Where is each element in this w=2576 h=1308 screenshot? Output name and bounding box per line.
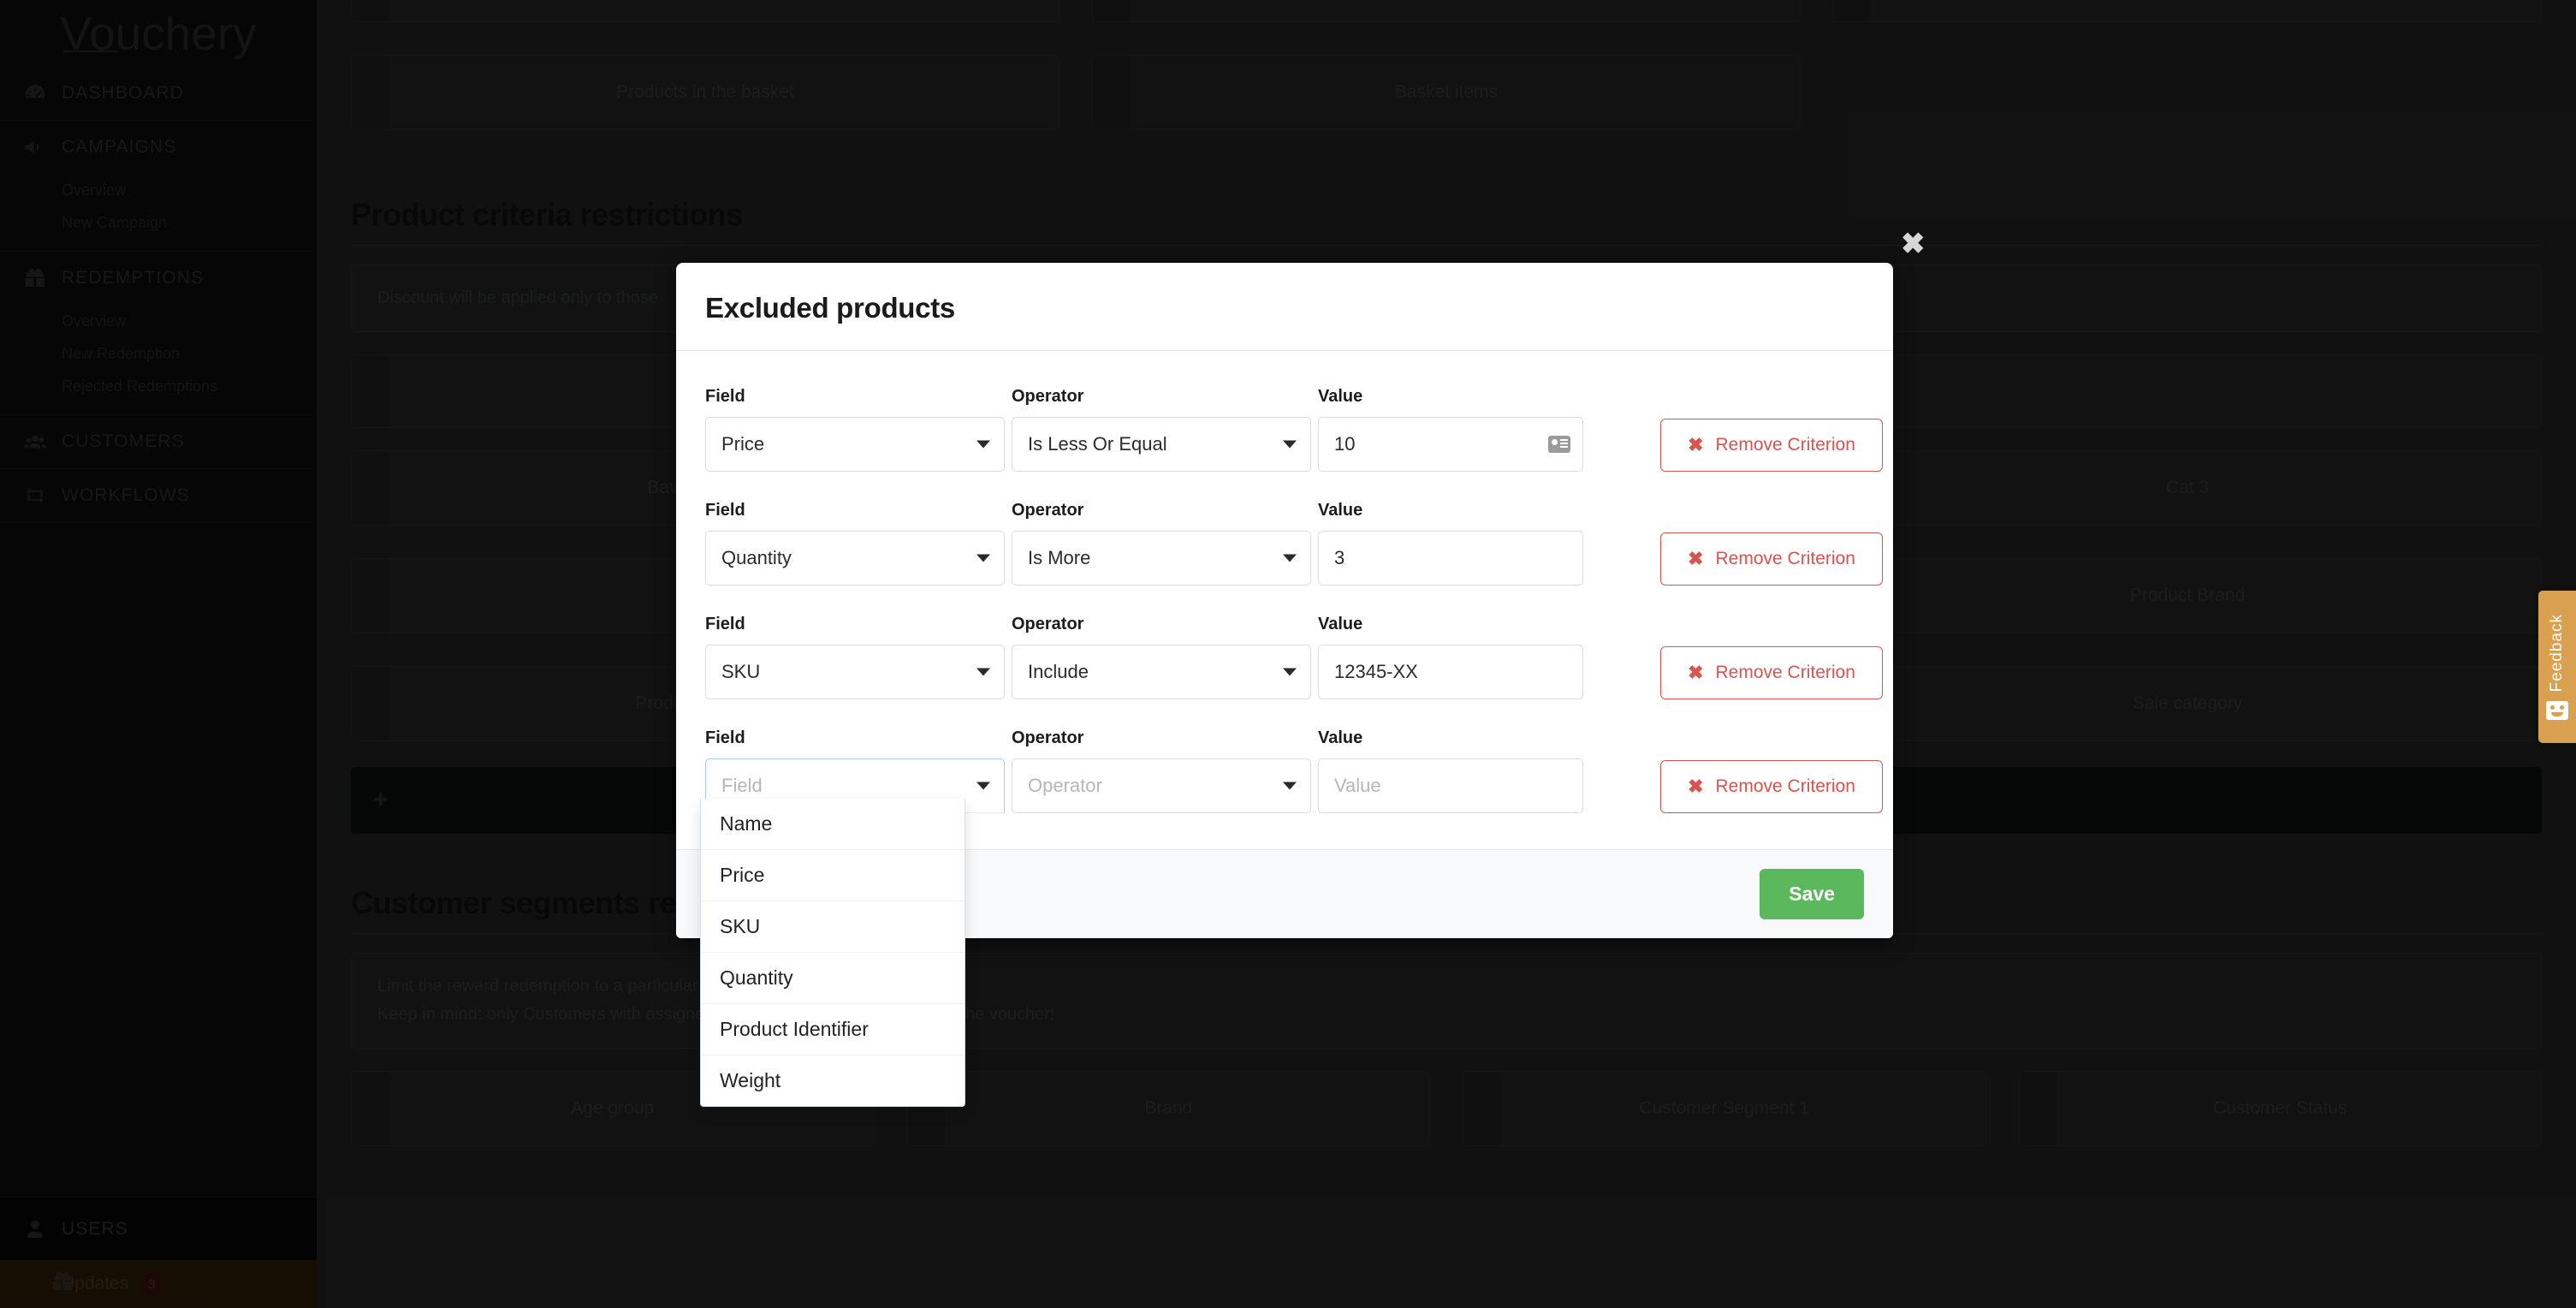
chevron-down-icon	[1283, 555, 1297, 562]
save-button[interactable]: Save	[1760, 869, 1864, 919]
value-input-placeholder: Value	[1334, 775, 1381, 797]
operator-group: Operator Include	[1012, 615, 1311, 699]
criterion-row: Field Price Operator Is Less Or Equal	[705, 387, 1864, 472]
chevron-down-icon	[976, 782, 990, 790]
operator-select-value: Is More	[1028, 547, 1090, 569]
value-label: Value	[1318, 501, 1583, 520]
chevron-down-icon	[1283, 441, 1297, 449]
value-input-text: 3	[1334, 547, 1344, 569]
chevron-down-icon	[976, 555, 990, 562]
value-group: Value 3	[1318, 501, 1583, 586]
dropdown-option-weight[interactable]: Weight	[701, 1055, 965, 1106]
field-select-placeholder: Field	[721, 775, 763, 797]
value-input-4[interactable]: Value	[1318, 758, 1583, 813]
value-input-1[interactable]: 10	[1318, 417, 1583, 472]
value-input-3[interactable]: 12345-XX	[1318, 645, 1583, 699]
modal-title: Excluded products	[705, 292, 1864, 324]
field-label: Field	[705, 387, 1005, 407]
field-select-value: SKU	[721, 661, 760, 683]
x-icon: ✖	[1688, 662, 1703, 684]
criterion-row: Field Quantity Operator Is More	[705, 501, 1864, 586]
operator-label: Operator	[1012, 728, 1311, 748]
value-group: Value 12345-XX	[1318, 615, 1583, 699]
app-root: Vouchery DASHBOARD CAMPAIGNS	[0, 0, 2576, 1308]
operator-select-2[interactable]: Is More	[1012, 531, 1311, 586]
operator-select-placeholder: Operator	[1028, 775, 1102, 797]
field-select-3[interactable]: SKU	[705, 645, 1005, 699]
operator-label: Operator	[1012, 387, 1311, 407]
remove-criterion-label: Remove Criterion	[1716, 435, 1855, 455]
modal-header: Excluded products	[676, 263, 1893, 351]
x-icon: ✖	[1688, 548, 1703, 570]
operator-select-4[interactable]: Operator	[1012, 758, 1311, 813]
field-select-2[interactable]: Quantity	[705, 531, 1005, 586]
feedback-label: Feedback	[2548, 614, 2567, 692]
remove-criterion-button-1[interactable]: ✖ Remove Criterion	[1660, 419, 1883, 472]
remove-criterion-button-2[interactable]: ✖ Remove Criterion	[1660, 532, 1883, 586]
modal-body: Field Price Operator Is Less Or Equal	[676, 351, 1893, 849]
field-group: Field Quantity	[705, 501, 1005, 586]
remove-criterion-button-3[interactable]: ✖ Remove Criterion	[1660, 646, 1883, 699]
chevron-down-icon	[1283, 782, 1297, 790]
value-input-text: 10	[1334, 433, 1355, 455]
field-select-value: Price	[721, 433, 764, 455]
operator-group: Operator Is Less Or Equal	[1012, 387, 1311, 472]
operator-select-3[interactable]: Include	[1012, 645, 1311, 699]
field-select-value: Quantity	[721, 547, 792, 569]
operator-group: Operator Operator	[1012, 728, 1311, 813]
autofill-contact-card-icon[interactable]	[1548, 436, 1570, 453]
field-group: Field SKU	[705, 615, 1005, 699]
field-label: Field	[705, 615, 1005, 634]
operator-group: Operator Is More	[1012, 501, 1311, 586]
remove-criterion-label: Remove Criterion	[1716, 549, 1855, 569]
operator-label: Operator	[1012, 501, 1311, 520]
value-label: Value	[1318, 615, 1583, 634]
operator-select-1[interactable]: Is Less Or Equal	[1012, 417, 1311, 472]
dropdown-option-product-identifier[interactable]: Product Identifier	[701, 1003, 965, 1055]
value-input-2[interactable]: 3	[1318, 531, 1583, 586]
dropdown-option-quantity[interactable]: Quantity	[701, 952, 965, 1003]
remove-criterion-label: Remove Criterion	[1716, 776, 1855, 797]
remove-criterion-button-4[interactable]: ✖ Remove Criterion	[1660, 760, 1883, 813]
operator-select-value: Is Less Or Equal	[1028, 433, 1167, 455]
value-group: Value Value	[1318, 728, 1583, 813]
x-icon: ✖	[1688, 776, 1703, 798]
feedback-face-icon	[2546, 701, 2568, 720]
dropdown-option-name[interactable]: Name	[701, 799, 965, 849]
chevron-down-icon	[976, 669, 990, 676]
operator-select-value: Include	[1028, 661, 1089, 683]
value-input-text: 12345-XX	[1334, 661, 1418, 683]
field-group: Field Price	[705, 387, 1005, 472]
dropdown-option-sku[interactable]: SKU	[701, 901, 965, 952]
x-icon: ✖	[1688, 434, 1703, 456]
value-label: Value	[1318, 728, 1583, 748]
field-dropdown-menu: Name Price SKU Quantity Product Identifi…	[700, 799, 965, 1107]
value-group: Value 10	[1318, 387, 1583, 472]
chevron-down-icon	[1283, 669, 1297, 676]
field-label: Field	[705, 501, 1005, 520]
criterion-row: Field SKU Operator Include Value	[705, 615, 1864, 699]
feedback-tab[interactable]: Feedback	[2538, 591, 2576, 743]
chevron-down-icon	[976, 441, 990, 449]
field-label: Field	[705, 728, 1005, 748]
remove-criterion-label: Remove Criterion	[1716, 663, 1855, 683]
dropdown-option-price[interactable]: Price	[701, 849, 965, 901]
close-icon[interactable]: ✖	[1901, 229, 1926, 259]
value-label: Value	[1318, 387, 1583, 407]
field-select-1[interactable]: Price	[705, 417, 1005, 472]
operator-label: Operator	[1012, 615, 1311, 634]
